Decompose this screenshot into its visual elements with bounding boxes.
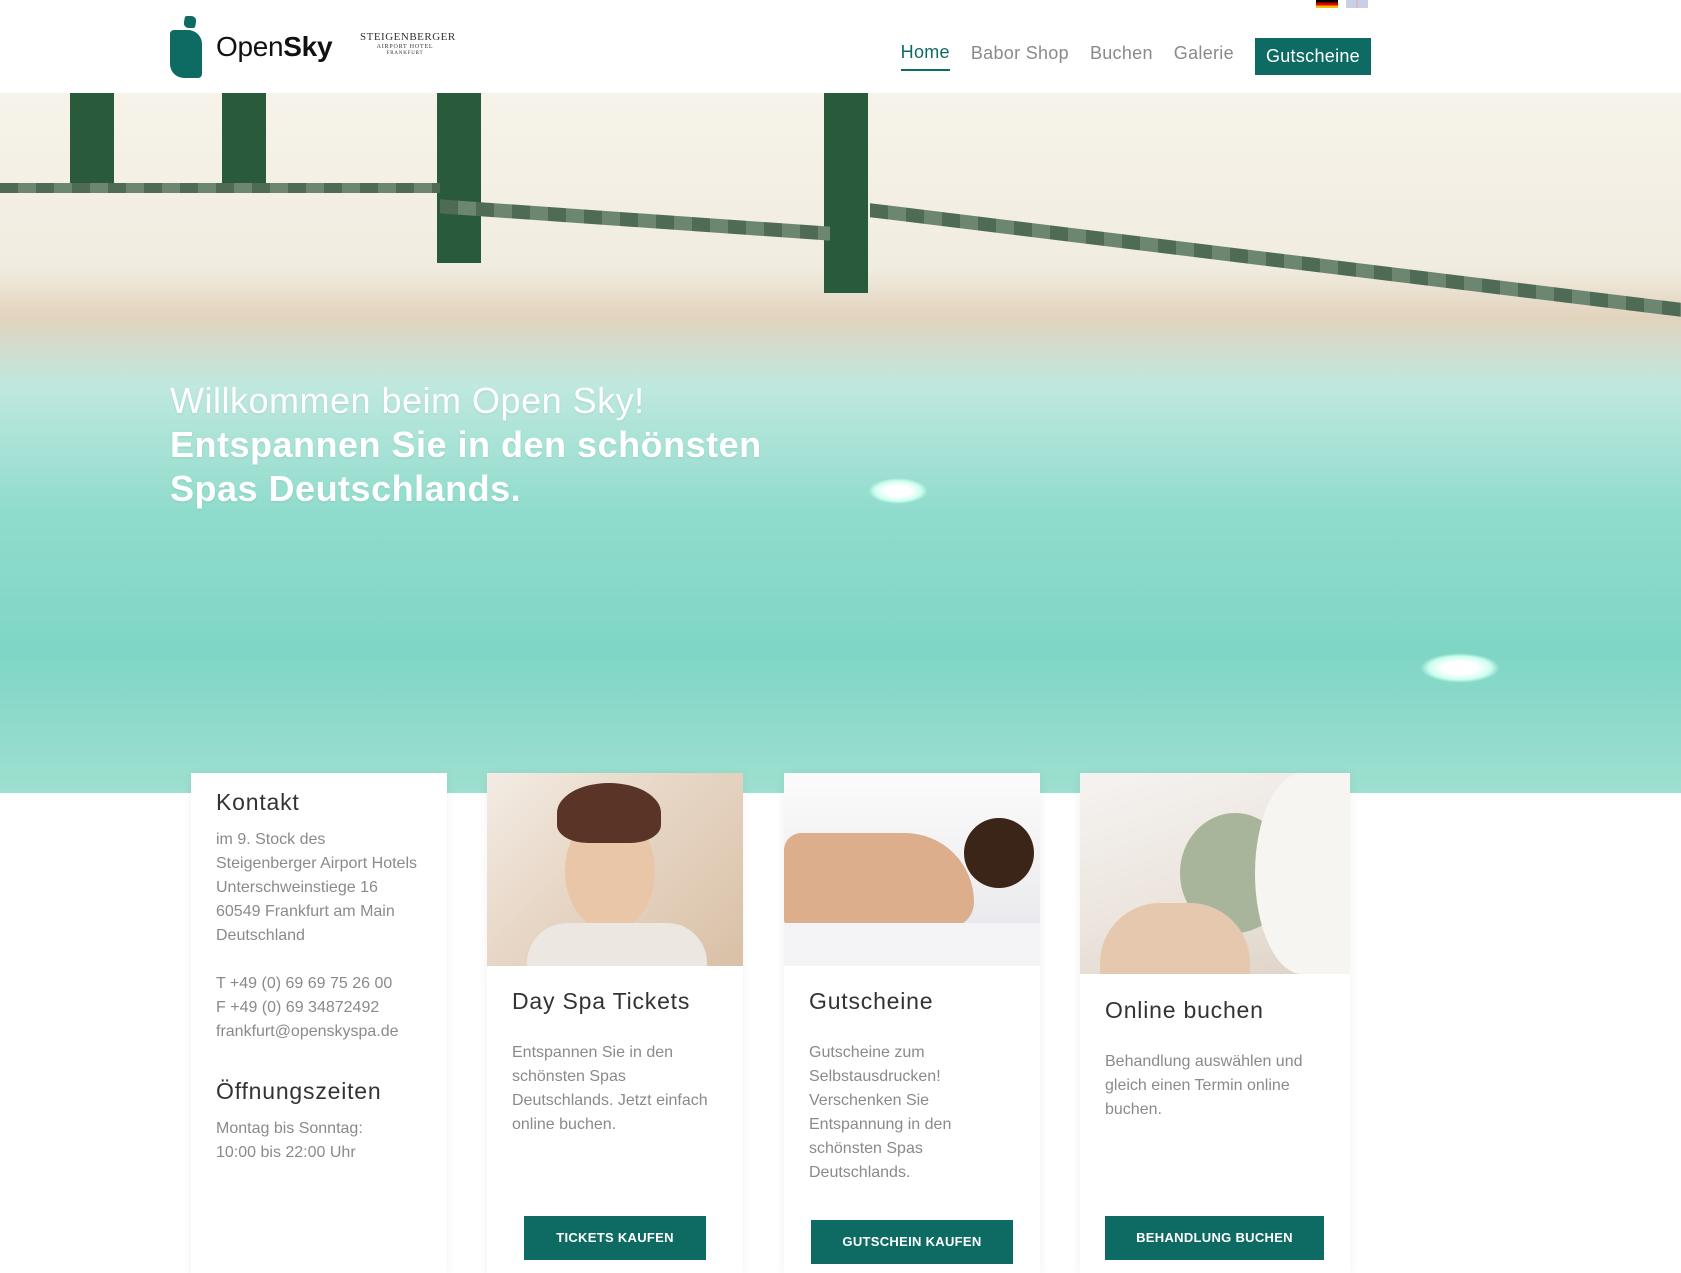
nav-gutscheine-button[interactable]: Gutscheine: [1254, 38, 1371, 75]
card-text: Entspannen Sie in den schönsten Spas Deu…: [512, 1044, 708, 1133]
facial-treatment-image: [487, 773, 743, 966]
opening-hours-days: Montag bis Sonntag:: [216, 1120, 363, 1137]
address-line: Deutschland: [216, 927, 305, 944]
online-buchen-card: Online buchen Behandlung auswählen und g…: [1080, 773, 1350, 1273]
steigenberger-logo[interactable]: STEIGENBERGER AIRPORT HOTEL FRANKFURT: [360, 31, 455, 56]
card-text: Gutscheine zum Selbstausdrucken! Versche…: [809, 1044, 952, 1181]
address-line: im 9. Stock des: [216, 831, 326, 848]
fax-number: F +49 (0) 69 34872492: [216, 999, 380, 1016]
kontakt-title: Kontakt: [216, 789, 300, 815]
tickets-kaufen-button[interactable]: TICKETS KAUFEN: [524, 1216, 706, 1260]
nav-galerie[interactable]: Galerie: [1174, 43, 1234, 70]
behandlung-buchen-button[interactable]: BEHANDLUNG BUCHEN: [1105, 1216, 1324, 1260]
card-text: Behandlung auswählen und gleich einen Te…: [1105, 1053, 1303, 1118]
phone-number[interactable]: T +49 (0) 69 69 75 26 00: [216, 972, 422, 996]
opening-hours-time: 10:00 bis 22:00 Uhr: [216, 1144, 356, 1161]
address-line: 60549 Frankfurt am Main: [216, 903, 395, 920]
german-flag-icon[interactable]: [1316, 0, 1338, 8]
hero-banner: Willkommen beim Open Sky! Entspannen Sie…: [0, 93, 1681, 793]
email-link[interactable]: frankfurt@openskyspa.de: [216, 1020, 422, 1044]
nav-home[interactable]: Home: [900, 42, 950, 71]
gutschein-kaufen-button[interactable]: GUTSCHEIN KAUFEN: [811, 1220, 1013, 1264]
gutscheine-card: Gutscheine Gutscheine zum Selbstausdruck…: [784, 773, 1040, 1273]
nav-buchen[interactable]: Buchen: [1090, 43, 1153, 70]
nav-babor-shop[interactable]: Babor Shop: [971, 43, 1069, 70]
kontakt-card: Kontakt im 9. Stock des Steigenberger Ai…: [191, 773, 447, 1273]
main-nav: Home Babor Shop Buchen Galerie Gutschein…: [880, 38, 1371, 75]
address-line: Unterschweinstiege 16: [216, 879, 378, 896]
day-spa-tickets-card: Day Spa Tickets Entspannen Sie in den sc…: [487, 773, 743, 1273]
address-line: Steigenberger Airport Hotels: [216, 855, 417, 872]
english-flag-icon[interactable]: [1346, 0, 1368, 8]
opening-hours-title: Öffnungszeiten: [216, 1078, 382, 1104]
language-switcher: [1316, 0, 1368, 8]
card-title: Gutscheine: [809, 988, 934, 1014]
face-mask-image: [1080, 773, 1350, 974]
opensky-logo[interactable]: OpenSky: [170, 16, 333, 78]
site-header: OpenSky STEIGENBERGER AIRPORT HOTEL FRAN…: [0, 0, 1681, 93]
card-title: Online buchen: [1105, 997, 1264, 1023]
logo-wordmark: OpenSky: [216, 31, 333, 62]
opensky-leaf-icon: [170, 16, 206, 78]
massage-image: [784, 773, 1040, 966]
hero-heading: Willkommen beim Open Sky! Entspannen Sie…: [170, 380, 762, 509]
card-title: Day Spa Tickets: [512, 988, 691, 1014]
